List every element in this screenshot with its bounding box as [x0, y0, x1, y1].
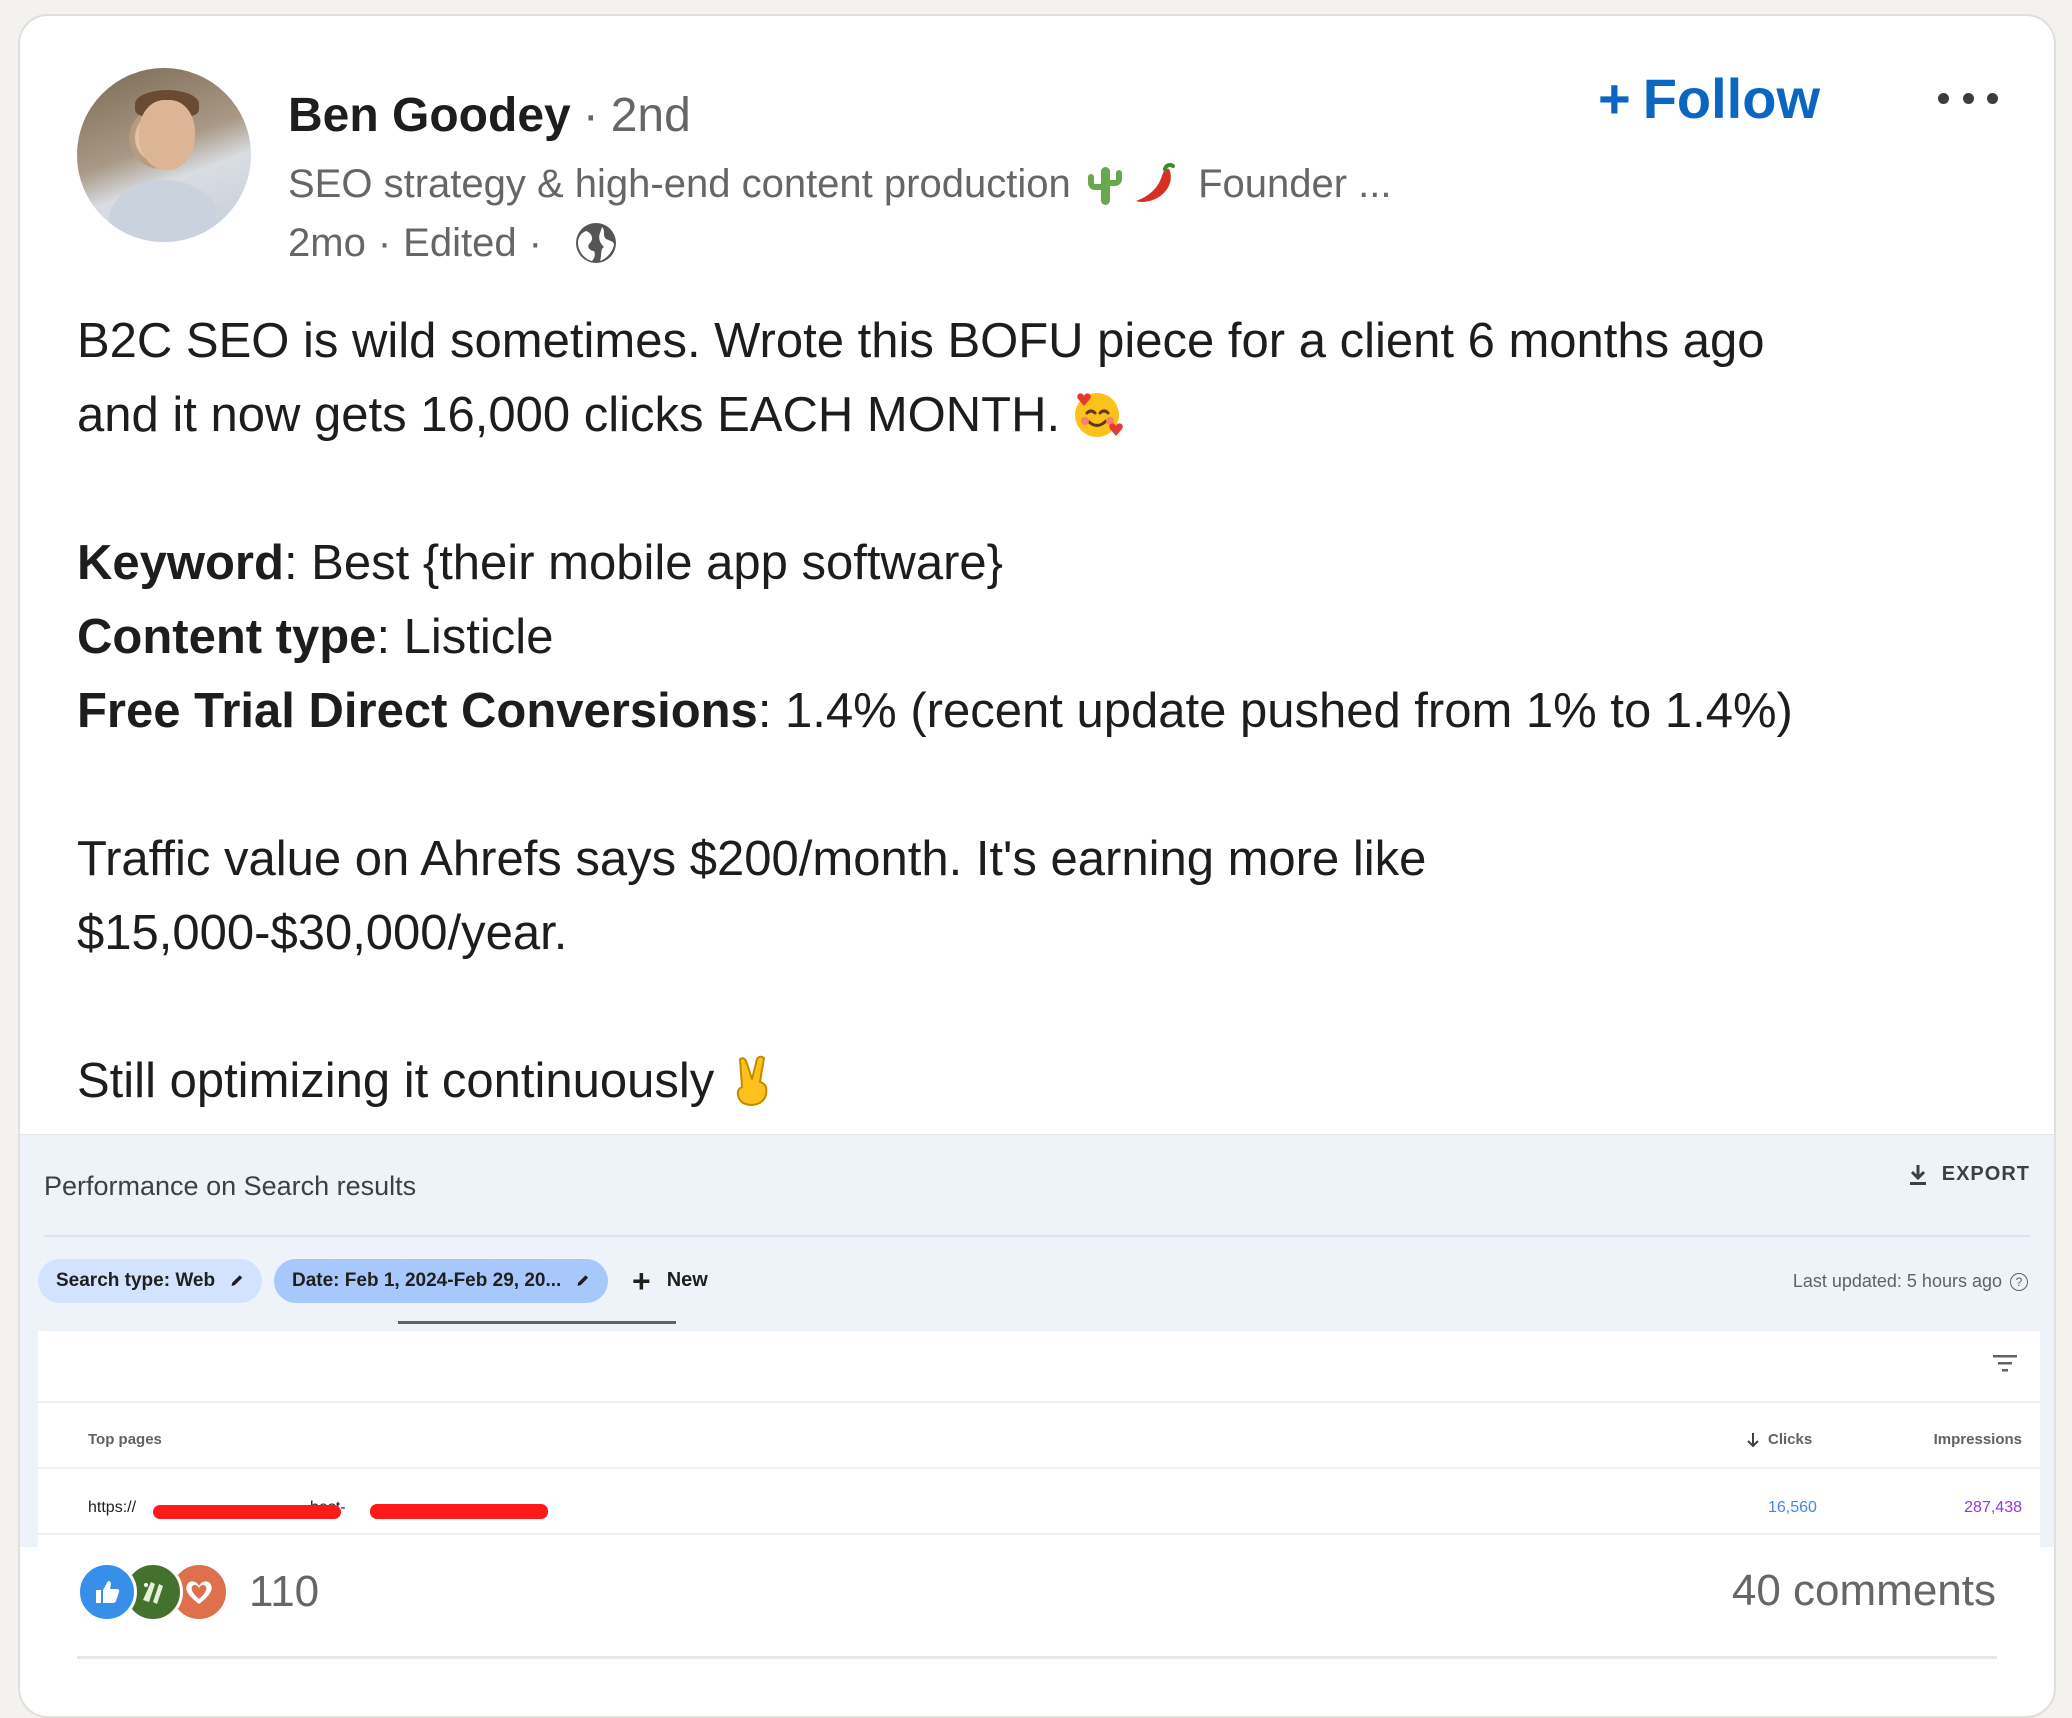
filter-icon[interactable]: [1992, 1353, 2018, 1373]
redaction-mark: [153, 1505, 341, 1519]
redaction-mark: [370, 1504, 548, 1519]
post-line: B2C SEO is wild sometimes. Wrote this BO…: [77, 314, 1765, 368]
author-name-line: Ben Goodey · 2nd: [288, 89, 691, 142]
impressions-value: 287,438: [1964, 1499, 2022, 1516]
footer-divider: [77, 1656, 1997, 1659]
reaction-count[interactable]: 110: [249, 1567, 319, 1617]
reactions-summary[interactable]: 110: [77, 1562, 319, 1622]
post-card: Ben Goodey · 2nd SEO strategy & high-end c…: [18, 14, 2056, 1718]
sort-down-arrow-icon: [1747, 1432, 1759, 1447]
comments-count[interactable]: 40 comments: [1732, 1566, 1996, 1616]
cactus-icon: [1087, 167, 1122, 205]
export-button[interactable]: EXPORT: [1908, 1163, 2030, 1186]
connection-degree: 2nd: [610, 89, 691, 142]
follow-button[interactable]: + Follow: [1598, 66, 1820, 131]
date-range-chip[interactable]: Date: Feb 1, 2024-Feb 29, 20...: [274, 1259, 608, 1303]
edited-label: Edited: [403, 220, 517, 265]
post-meta: 2mo · Edited ·: [288, 219, 620, 267]
chili-pepper-icon: [1135, 163, 1175, 202]
conversions-label: Free Trial Direct Conversions: [77, 684, 758, 738]
more-options-icon[interactable]: [1938, 78, 1998, 118]
author-avatar[interactable]: [77, 68, 251, 242]
post-line: Free Trial Direct Conversions: 1.4% (rec…: [77, 684, 1793, 738]
post-line: Keyword: Best {their mobile app software…: [77, 536, 1004, 590]
top-pages-table: Top pages Clicks Impressions https://bes…: [38, 1331, 2040, 1547]
new-filter-button[interactable]: + New: [632, 1262, 708, 1299]
column-header-pages[interactable]: Top pages: [88, 1431, 162, 1448]
content-type-label: Content type: [77, 610, 377, 664]
help-icon[interactable]: ?: [2010, 1272, 2028, 1291]
post-line: Traffic value on Ahrefs says $200/month.…: [77, 832, 1427, 886]
smiling-face-with-hearts-icon: [1075, 393, 1123, 437]
download-icon: [1909, 1164, 1926, 1185]
victory-hand-icon: [737, 1055, 768, 1106]
column-header-impressions[interactable]: Impressions: [1934, 1431, 2022, 1448]
keyword-label: Keyword: [77, 536, 284, 590]
like-reaction-icon: [77, 1562, 137, 1622]
edit-pencil-icon: [577, 1275, 589, 1286]
post-line: $15,000-$30,000/year.: [77, 906, 568, 960]
plus-icon: +: [632, 1262, 651, 1299]
last-updated: Last updated: 5 hours ago?: [1793, 1271, 2028, 1292]
search-console-screenshot[interactable]: Performance on Search results EXPORT Sea…: [20, 1134, 2054, 1547]
post-line: Content type: Listicle: [77, 610, 554, 664]
column-header-clicks[interactable]: Clicks: [1746, 1431, 1812, 1448]
globe-icon: [575, 223, 616, 263]
post-age: 2mo: [288, 220, 366, 265]
edit-pencil-icon: [231, 1275, 243, 1286]
search-type-chip[interactable]: Search type: Web: [38, 1259, 262, 1303]
clicks-value: 16,560: [1768, 1499, 1817, 1516]
report-title: Performance on Search results: [44, 1171, 417, 1201]
post-body: B2C SEO is wild sometimes. Wrote this BO…: [77, 304, 2017, 1118]
author-name[interactable]: Ben Goodey: [288, 89, 571, 142]
post-line: and it now gets 16,000 clicks EACH MONTH…: [77, 378, 2017, 452]
author-headline: SEO strategy & high-end content producti…: [288, 162, 1392, 206]
post-line: Still optimizing it continuously: [77, 1044, 2017, 1118]
